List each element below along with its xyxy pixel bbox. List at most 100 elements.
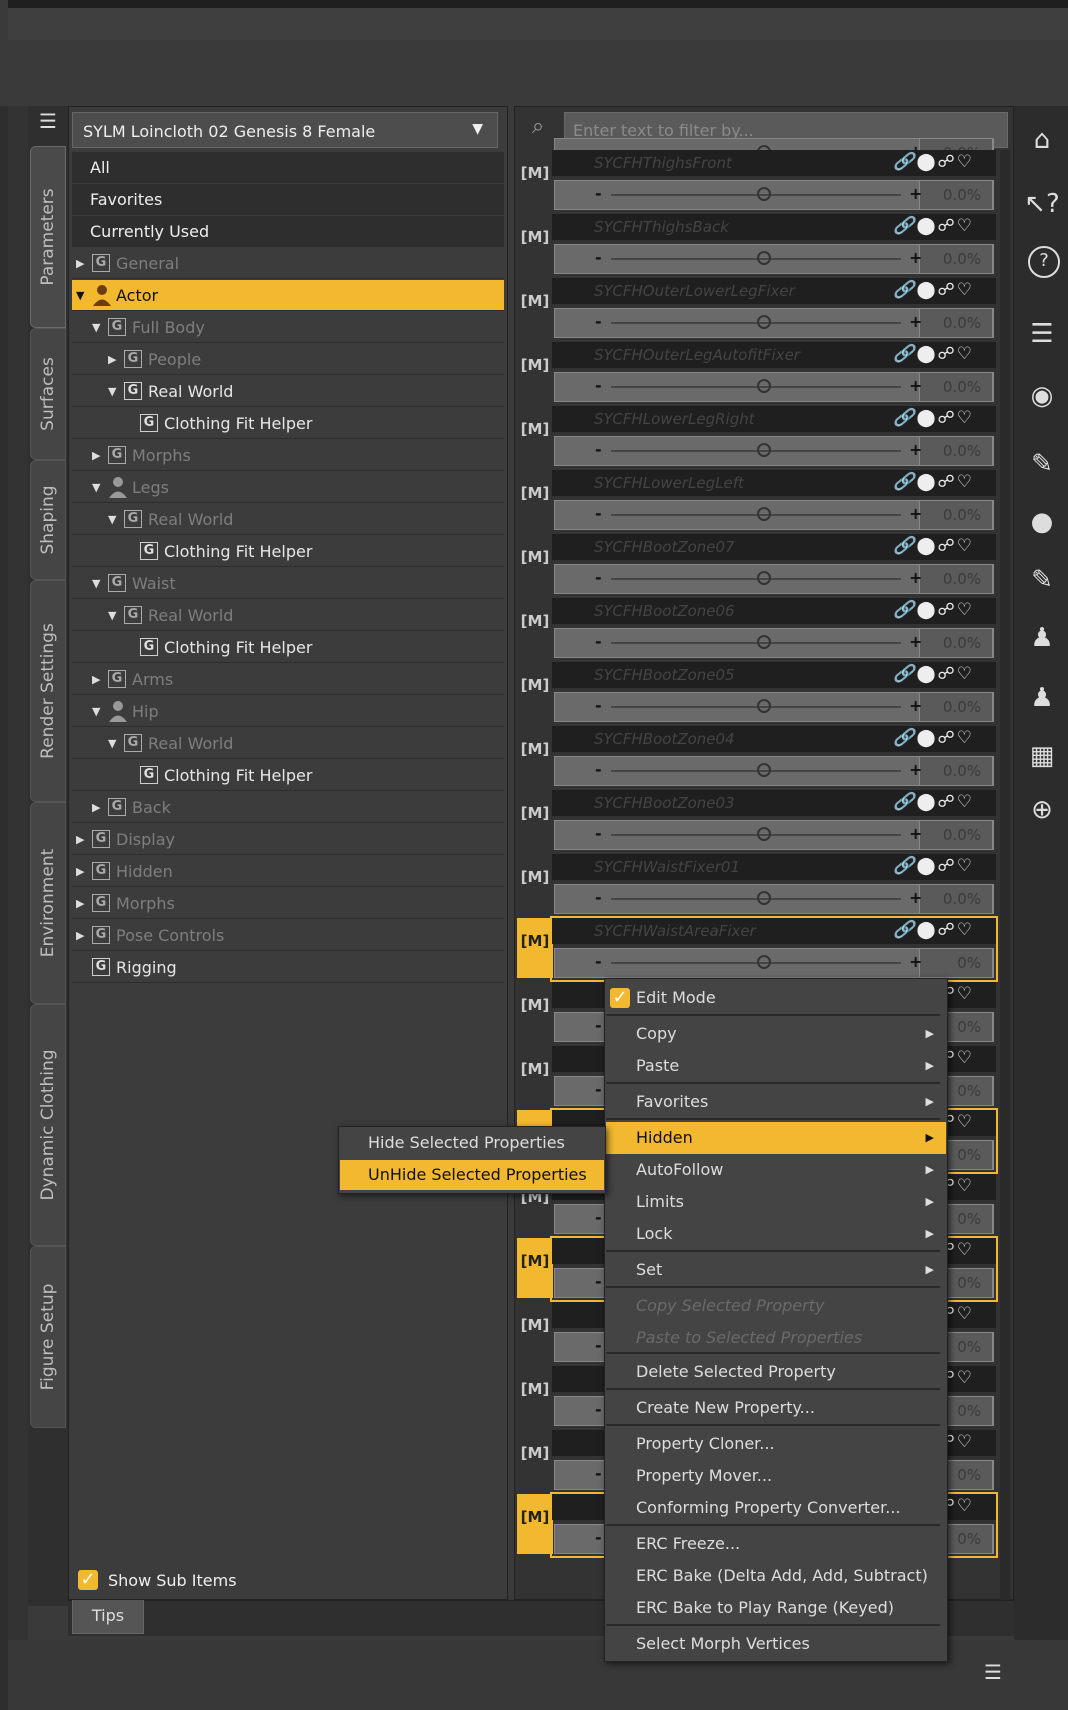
slider-track[interactable]: [611, 578, 901, 580]
slider[interactable]: - +0.0%: [554, 308, 994, 338]
property-options-icons[interactable]: 🔗⬤☍♡: [893, 152, 974, 172]
tree-item[interactable]: ▼ G Full Body: [72, 312, 504, 343]
slider-knob[interactable]: [757, 635, 771, 649]
slider[interactable]: - +0.0%: [554, 180, 994, 210]
value-box[interactable]: [919, 948, 993, 978]
decrement-button[interactable]: -: [595, 885, 602, 911]
property-options-icons[interactable]: 🔗⬤☍♡: [893, 600, 974, 620]
unhide-selected-properties-item[interactable]: UnHide Selected Properties: [340, 1160, 604, 1190]
decrement-button[interactable]: -: [595, 437, 602, 463]
slider[interactable]: - +0.0%: [554, 500, 994, 530]
morph-m-icon[interactable]: [M]: [517, 534, 553, 594]
increment-button[interactable]: +: [909, 181, 922, 207]
tree-item[interactable]: ▼ G Real World: [72, 728, 504, 759]
tree-item[interactable]: G Clothing Fit Helper: [72, 632, 504, 663]
property-options-icons[interactable]: 🔗⬤☍♡: [893, 344, 974, 364]
menu-item-set[interactable]: Set ▶: [606, 1254, 946, 1286]
figure-icon[interactable]: ♟: [1024, 620, 1060, 656]
joint-editor-icon[interactable]: ✎: [1024, 446, 1060, 482]
morph-m-icon[interactable]: [M]: [517, 598, 553, 658]
whats-this-icon[interactable]: ↖?: [1024, 186, 1060, 222]
increment-button[interactable]: +: [909, 373, 922, 399]
ds-home-icon[interactable]: ⌂: [1024, 122, 1060, 158]
slider[interactable]: - +0.0%: [554, 436, 994, 466]
tree-item-favorites[interactable]: Favorites: [72, 184, 504, 215]
slider-track[interactable]: [611, 962, 901, 964]
weight-map-icon[interactable]: ✎: [1024, 562, 1060, 598]
expand-down-icon[interactable]: ▼: [92, 696, 100, 727]
slider[interactable]: - +0.0%: [554, 884, 994, 914]
morph-m-icon[interactable]: [M]: [517, 1046, 553, 1106]
figure-icon-2[interactable]: ♟: [1024, 680, 1060, 716]
morph-m-icon[interactable]: [M]: [517, 1430, 553, 1490]
menu-item-hidden[interactable]: Hidden ▶: [606, 1122, 946, 1154]
slider-knob[interactable]: [757, 955, 771, 969]
property-options-icons[interactable]: 🔗⬤☍♡: [893, 856, 974, 876]
tree-item[interactable]: ▶ G Pose Controls: [72, 920, 504, 951]
menu-item-edit-mode[interactable]: ✓ Edit Mode: [606, 982, 946, 1014]
property-options-icons[interactable]: 🔗⬤☍♡: [893, 280, 974, 300]
tab-shaping[interactable]: Shaping: [30, 460, 66, 580]
slider-track[interactable]: [611, 258, 901, 260]
menu-item-property-cloner[interactable]: Property Cloner...: [606, 1428, 946, 1460]
property-options-icons[interactable]: 🔗⬤☍♡: [893, 536, 974, 556]
slider-track[interactable]: [611, 642, 901, 644]
menu-item-erc-bake-to-play-range-keyed[interactable]: ERC Bake to Play Range (Keyed): [606, 1592, 946, 1624]
slider[interactable]: - +0.0%: [554, 564, 994, 594]
slider-track[interactable]: [611, 450, 901, 452]
expand-right-icon[interactable]: ▶: [76, 824, 84, 855]
decrement-button[interactable]: -: [595, 181, 602, 207]
tree-item-all[interactable]: All: [72, 152, 504, 183]
decrement-button[interactable]: -: [595, 1333, 602, 1359]
increment-button[interactable]: +: [909, 309, 922, 335]
tree-item[interactable]: ▶ G Display: [72, 824, 504, 855]
tab-environment[interactable]: Environment: [30, 802, 66, 1004]
property-slider-row[interactable]: SYCFHLowerLegLeft 🔗⬤☍♡ - +0.0%: [552, 470, 996, 532]
tree-item[interactable]: G Clothing Fit Helper: [72, 760, 504, 791]
tab-render-settings[interactable]: Render Settings: [30, 580, 66, 802]
tree-item[interactable]: ▶ G Morphs: [72, 440, 504, 471]
help-icon[interactable]: ?: [1028, 246, 1060, 278]
slider-knob[interactable]: [757, 827, 771, 841]
node-selector[interactable]: SYLM Loincloth 02 Genesis 8 Female ▼: [72, 112, 498, 148]
slider-knob[interactable]: [757, 187, 771, 201]
tree-item[interactable]: G Rigging: [72, 952, 504, 983]
menu-item-copy[interactable]: Copy ▶: [606, 1018, 946, 1050]
tree-item[interactable]: ▶ G Back: [72, 792, 504, 823]
slider-knob[interactable]: [757, 571, 771, 585]
expand-right-icon[interactable]: ▶: [76, 856, 84, 887]
pane-options-icon[interactable]: ☰: [984, 1660, 1010, 1684]
tree-item[interactable]: ▶ G Morphs: [72, 888, 504, 919]
morph-m-icon[interactable]: [M]: [517, 150, 553, 210]
property-options-icons[interactable]: 🔗⬤☍♡: [893, 792, 974, 812]
morph-m-icon[interactable]: [M]: [517, 662, 553, 722]
decrement-button[interactable]: -: [595, 309, 602, 335]
slider[interactable]: - +0.0%: [554, 692, 994, 722]
menu-item-limits[interactable]: Limits ▶: [606, 1186, 946, 1218]
slider-knob[interactable]: [757, 315, 771, 329]
menu-item-favorites[interactable]: Favorites ▶: [606, 1086, 946, 1118]
increment-button[interactable]: +: [909, 821, 922, 847]
slider[interactable]: - +0.0%: [554, 756, 994, 786]
tree-item[interactable]: ▶ G General: [72, 248, 504, 279]
tree-item[interactable]: G Clothing Fit Helper: [72, 408, 504, 439]
morph-m-icon[interactable]: [M]: [517, 790, 553, 850]
expand-right-icon[interactable]: ▶: [108, 344, 116, 375]
expand-right-icon[interactable]: ▶: [76, 888, 84, 919]
menu-item-lock[interactable]: Lock ▶: [606, 1218, 946, 1250]
slider-knob[interactable]: [757, 507, 771, 521]
globe-icon[interactable]: ⊕: [1024, 792, 1060, 828]
tree-item[interactable]: ▼ Hip: [72, 696, 504, 727]
morph-m-icon[interactable]: [M]: [517, 854, 553, 914]
expand-down-icon[interactable]: ▼: [92, 312, 100, 343]
slider-knob[interactable]: [757, 443, 771, 457]
morph-m-icon[interactable]: [M]: [517, 918, 553, 978]
property-slider-row[interactable]: SYCFHOuterLowerLegFixer 🔗⬤☍♡ - +0.0%: [552, 278, 996, 340]
increment-button[interactable]: +: [909, 757, 922, 783]
morph-m-icon[interactable]: [M]: [517, 278, 553, 338]
expand-right-icon[interactable]: ▶: [92, 440, 100, 471]
menu-item-select-morph-vertices[interactable]: Select Morph Vertices: [606, 1628, 946, 1660]
expand-down-icon[interactable]: ▼: [108, 504, 116, 535]
expand-right-icon[interactable]: ▶: [92, 792, 100, 823]
menu-item-property-mover[interactable]: Property Mover...: [606, 1460, 946, 1492]
